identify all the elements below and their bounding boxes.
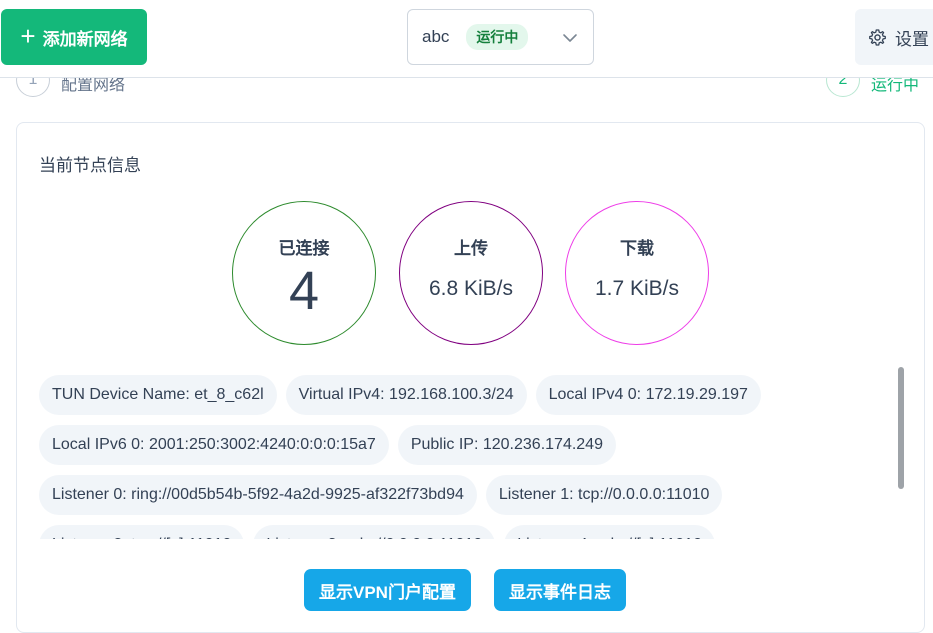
download-stat: 下载 1.7 KiB/s xyxy=(565,201,709,345)
connected-label: 已连接 xyxy=(278,239,330,258)
add-network-label: 添加新网络 xyxy=(42,29,128,49)
upload-label: 上传 xyxy=(454,239,488,258)
scrollbar-thumb[interactable] xyxy=(898,367,904,489)
info-chip: Public IP: 120.236.174.249 xyxy=(397,425,616,465)
info-chip: Listener 2: tcp://[::]:11010 xyxy=(39,525,245,539)
download-label: 下载 xyxy=(620,239,654,258)
chip-row: Listener 2: tcp://[::]:11010 Listener 3:… xyxy=(39,525,715,539)
info-chip: Local IPv6 0: 2001:250:3002:4240:0:0:0:1… xyxy=(39,425,389,465)
info-chip: Listener 1: tcp://0.0.0.0:11010 xyxy=(485,475,723,515)
add-network-button[interactable]: + 添加新网络 xyxy=(1,9,147,65)
connected-value: 4 xyxy=(288,261,320,321)
show-event-log-button[interactable]: 显示事件日志 xyxy=(493,569,626,611)
download-value: 1.7 KiB/s xyxy=(594,277,680,300)
node-info-list[interactable]: TUN Device Name: et_8_c62l Virtual IPv4:… xyxy=(39,373,899,539)
info-chip: Listener 3: udp://0.0.0.0:11010 xyxy=(253,525,496,539)
info-chip: Virtual IPv4: 192.168.100.3/24 xyxy=(285,375,527,415)
chip-row: Local IPv6 0: 2001:250:3002:4240:0:0:0:1… xyxy=(39,425,616,465)
chip-row: Listener 0: ring://00d5b54b-5f92-4a2d-99… xyxy=(39,475,723,515)
network-name: abc xyxy=(422,27,450,46)
settings-button[interactable]: 设置 xyxy=(855,9,933,65)
action-buttons: 显示VPN门户配置 显示事件日志 xyxy=(304,569,626,611)
info-chip: Local IPv4 0: 172.19.29.197 xyxy=(535,375,761,415)
gear-icon xyxy=(869,28,886,46)
node-info-card: 当前节点信息 已连接 4 上传 6.8 KiB/s 下载 1.7 KiB/s T… xyxy=(16,122,925,633)
plus-icon: + xyxy=(20,21,36,51)
card-title: 当前节点信息 xyxy=(39,156,141,175)
upload-value: 6.8 KiB/s xyxy=(428,277,514,300)
upload-stat: 上传 6.8 KiB/s xyxy=(399,201,543,345)
top-bar: + 添加新网络 abc 运行中 设置 xyxy=(0,0,933,78)
network-selector[interactable]: abc 运行中 xyxy=(407,9,594,65)
status-badge: 运行中 xyxy=(466,24,529,50)
chip-row: TUN Device Name: et_8_c62l Virtual IPv4:… xyxy=(39,375,761,415)
connected-stat: 已连接 4 xyxy=(232,201,376,345)
settings-label: 设置 xyxy=(895,29,929,49)
info-chip: Listener 4: udp://[::]:11010 xyxy=(504,525,715,539)
info-chip: Listener 0: ring://00d5b54b-5f92-4a2d-99… xyxy=(39,475,477,515)
chevron-down-icon xyxy=(563,34,577,42)
info-chip: TUN Device Name: et_8_c62l xyxy=(39,375,277,415)
show-vpn-portal-button[interactable]: 显示VPN门户配置 xyxy=(304,569,471,611)
